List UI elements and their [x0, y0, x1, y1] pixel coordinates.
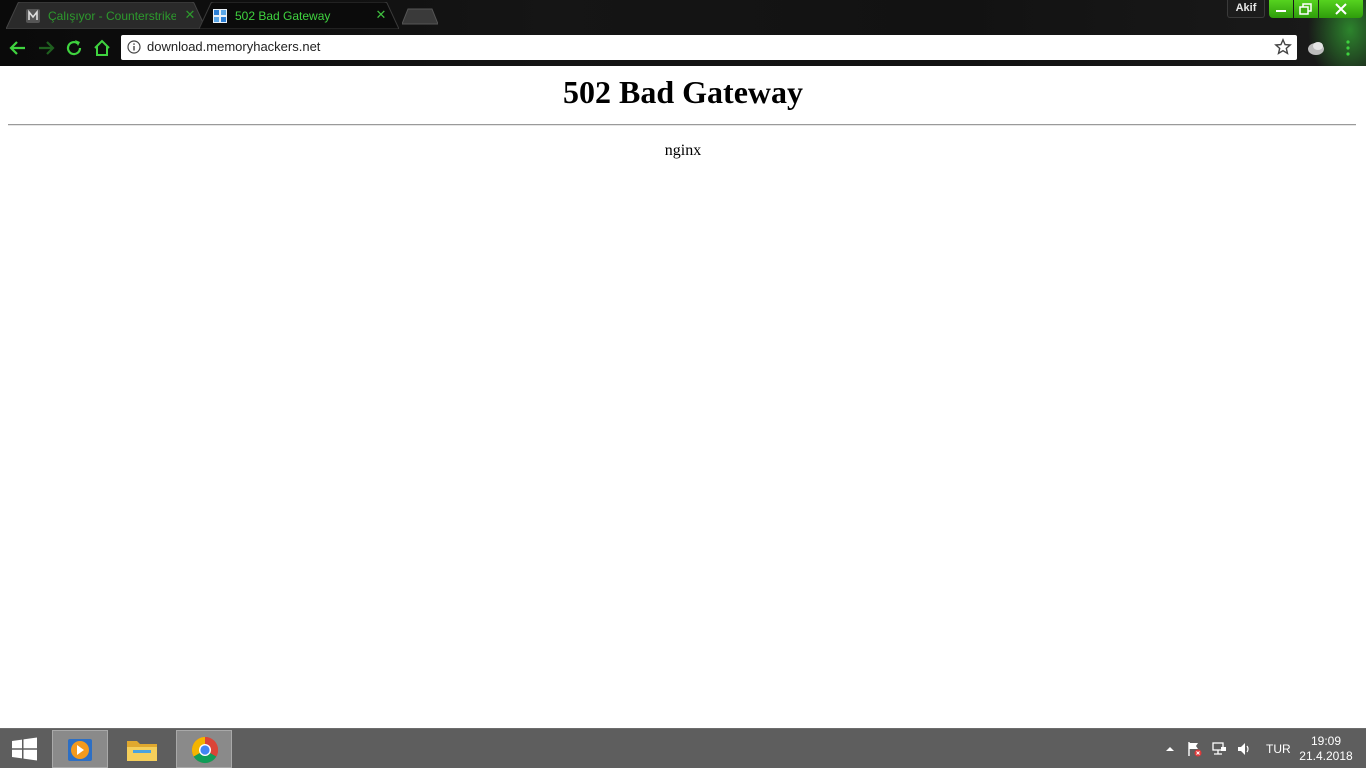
profile-button[interactable]: Akif	[1227, 0, 1265, 18]
show-hidden-icons-icon[interactable]	[1164, 743, 1176, 755]
home-icon[interactable]	[92, 38, 112, 58]
close-window-button[interactable]	[1319, 0, 1363, 18]
restore-button[interactable]	[1294, 0, 1318, 18]
tab-counterstrike[interactable]: Çalışıyor - Counterstrike ✕	[6, 2, 206, 29]
url-text[interactable]: download.memoryhackers.net	[147, 39, 320, 54]
page-content: 502 Bad Gateway nginx	[0, 66, 1366, 728]
file-explorer-icon	[127, 741, 157, 761]
tab-502-bad-gateway[interactable]: 502 Bad Gateway ✕	[199, 2, 399, 29]
mega-m-icon	[26, 9, 40, 23]
tab-title: Çalışıyor - Counterstrike	[48, 9, 176, 23]
clock-date: 21.4.2018	[1299, 749, 1353, 763]
forward-arrow-icon[interactable]	[36, 38, 56, 58]
media-player-icon	[68, 739, 92, 761]
new-tab-button[interactable]	[402, 8, 438, 25]
clock-time: 19:09	[1310, 734, 1342, 748]
bookmark-star-icon[interactable]	[1274, 38, 1292, 56]
action-center-flag-icon[interactable]	[1186, 741, 1202, 757]
close-tab-icon[interactable]: ✕	[375, 8, 387, 22]
browser-chrome: Çalışıyor - Counterstrike ✕ 502 Bad Gate…	[0, 0, 1366, 66]
divider	[8, 124, 1356, 126]
minimize-icon	[1276, 10, 1286, 12]
tab-strip: Çalışıyor - Counterstrike ✕ 502 Bad Gate…	[0, 0, 1366, 30]
restore-icon	[1299, 3, 1312, 15]
system-clock[interactable]: 19:09 21.4.2018	[1296, 734, 1356, 764]
reload-icon[interactable]	[64, 38, 84, 58]
error-heading: 502 Bad Gateway	[563, 74, 803, 110]
server-name: nginx	[664, 142, 702, 159]
address-bar[interactable]: download.memoryhackers.net	[121, 35, 1297, 60]
back-arrow-icon[interactable]	[8, 38, 28, 58]
site-favicon-icon	[213, 9, 227, 23]
chrome-icon	[191, 736, 219, 764]
extension-icon[interactable]	[1306, 38, 1326, 58]
input-language[interactable]: TUR	[1266, 742, 1291, 756]
info-icon[interactable]	[127, 40, 141, 54]
network-icon[interactable]	[1211, 741, 1227, 757]
taskbar-file-explorer[interactable]	[114, 730, 170, 768]
close-tab-icon[interactable]: ✕	[184, 8, 196, 22]
minimize-button[interactable]	[1269, 0, 1293, 18]
taskbar-media-player[interactable]	[52, 730, 108, 768]
windows-start-icon[interactable]	[0, 729, 48, 769]
windows-taskbar: TUR 19:09 21.4.2018	[0, 728, 1366, 768]
close-icon	[1335, 3, 1347, 15]
taskbar-chrome[interactable]	[176, 730, 232, 768]
volume-icon[interactable]	[1236, 741, 1252, 757]
menu-dots-icon[interactable]	[1338, 38, 1358, 58]
tab-title: 502 Bad Gateway	[235, 9, 331, 23]
